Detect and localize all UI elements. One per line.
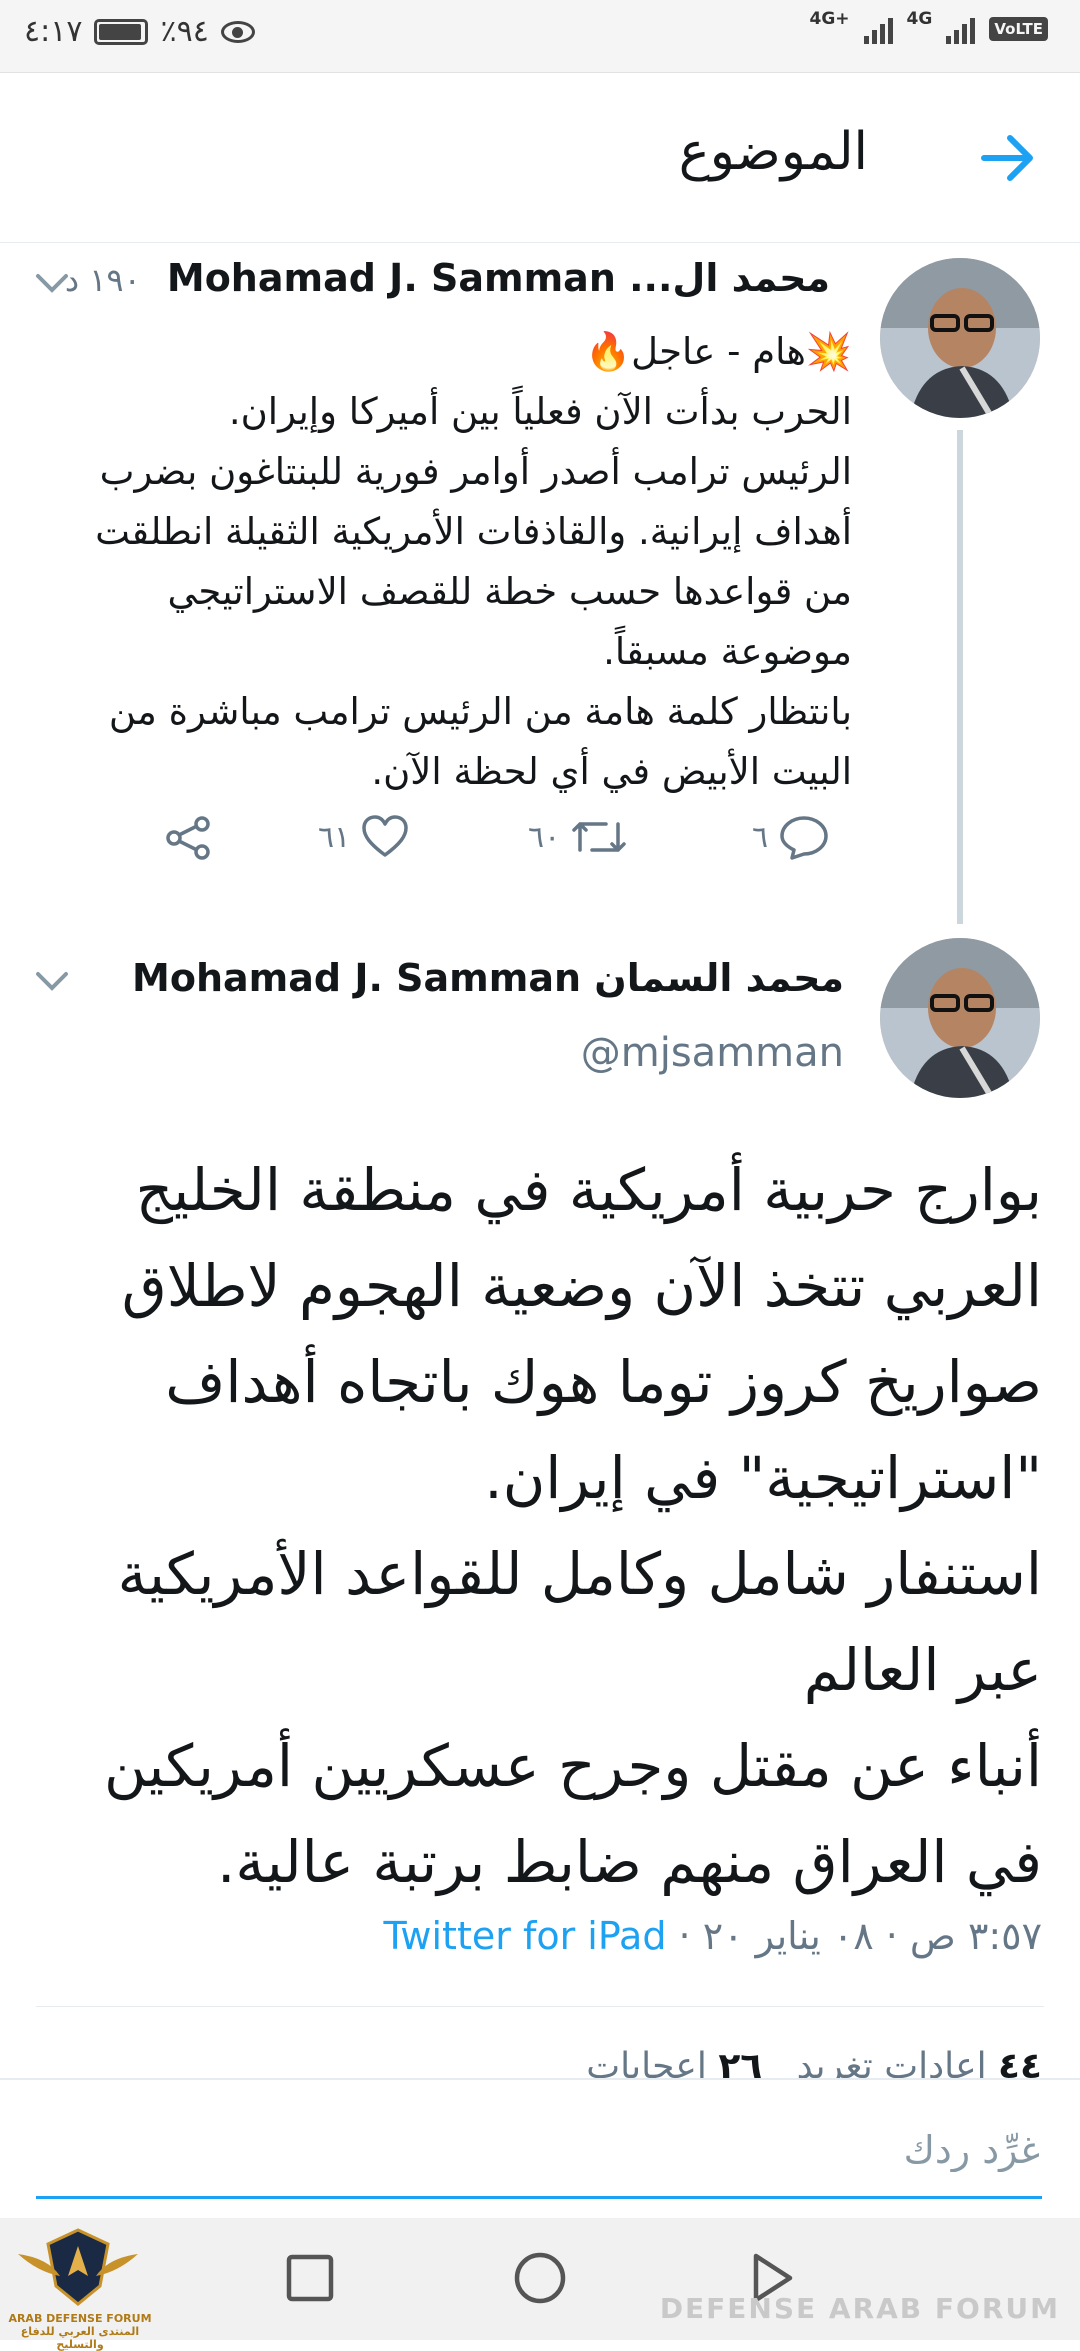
page-title: الموضوع xyxy=(678,122,868,182)
avatar[interactable] xyxy=(880,938,1040,1098)
logo-subtitle: المنتدى العربي للدفاع والتسليح xyxy=(20,2325,140,2351)
like-count: ٦١ xyxy=(318,819,351,855)
tweet-line: استنفار شامل وكامل للقواعد الأمريكية عبر… xyxy=(117,1540,1042,1704)
chevron-down-icon[interactable] xyxy=(34,272,70,296)
status-bar: ٤:١٧ ٪٩٤ 4G+ 4G VoLTE xyxy=(0,0,1080,73)
status-left: ٤:١٧ ٪٩٤ xyxy=(24,14,255,49)
tweet-line: بانتظار كلمة هامة من الرئيس ترامب مباشرة… xyxy=(108,690,852,793)
author-handle[interactable]: @mjsamman xyxy=(581,1030,844,1076)
reply-icon xyxy=(780,816,828,860)
retweet-button[interactable]: ٦٠ xyxy=(528,812,628,862)
network-type-2: 4G xyxy=(906,9,933,29)
eye-comfort-icon xyxy=(220,20,255,43)
like-button[interactable]: ٦١ xyxy=(318,812,410,862)
thread-line xyxy=(957,430,963,924)
status-right: 4G+ 4G VoLTE xyxy=(810,9,1048,44)
tweet-line: أنباء عن مقتل وجرح عسكريين أمريكين في ال… xyxy=(104,1732,1042,1896)
reply-input[interactable] xyxy=(36,2104,1042,2199)
tweet-timestamp: ٣:٥٧ ص · ٠٨ يناير ٢٠ · xyxy=(666,1914,1042,1958)
volte-badge: VoLTE xyxy=(989,17,1048,41)
tweet-meta: ٣:٥٧ ص · ٠٨ يناير ٢٠ · Twitter for iPad xyxy=(384,1914,1043,1958)
chevron-down-icon[interactable] xyxy=(34,970,70,994)
battery-percent: ٪٩٤ xyxy=(160,14,209,49)
tweet-time: ١٩٠ د xyxy=(64,261,141,299)
recents-nav-icon[interactable] xyxy=(280,2248,340,2308)
battery-icon xyxy=(94,18,149,45)
reply-count: ٦ xyxy=(752,819,769,855)
avatar[interactable] xyxy=(880,258,1040,418)
tweet-line: بوارج حربية أمريكية في منطقة الخليج العر… xyxy=(121,1156,1042,1512)
share-icon xyxy=(166,816,210,860)
heart-icon xyxy=(362,815,408,857)
share-button[interactable] xyxy=(162,812,214,864)
reply-bar xyxy=(0,2078,1080,2220)
reply-button[interactable]: ٦ xyxy=(752,812,830,862)
retweet-count: ٦٠ xyxy=(528,819,561,855)
signal-icon-2 xyxy=(946,14,976,44)
tweet-line: الرئيس ترامب أصدر أوامر فورية للبنتاغون … xyxy=(95,450,852,673)
tweet-line: الحرب بدأت الآن فعلياً بين أميركا وإيران… xyxy=(228,390,852,433)
logo-caption: ARAB DEFENSE FORUM المنتدى العربي للدفاع… xyxy=(0,2312,160,2351)
tweet-source-link[interactable]: Twitter for iPad xyxy=(384,1914,667,1958)
arrow-right-icon[interactable] xyxy=(976,126,1040,190)
divider xyxy=(36,2006,1044,2007)
retweet-icon xyxy=(572,822,626,852)
tweet1-header: محمد ال... Mohamad J. Samman ١٩٠ د xyxy=(65,256,830,306)
tweet2-text: بوارج حربية أمريكية في منطقة الخليج العر… xyxy=(36,1142,1042,1910)
signal-icon xyxy=(863,14,893,44)
tweet1-text: 💥هام - عاجل🔥 الحرب بدأت الآن فعلياً بين … xyxy=(46,322,852,802)
tweet-line: 💥هام - عاجل🔥 xyxy=(585,330,852,373)
watermark-text: DEFENSE ARAB FORUM xyxy=(659,2292,1060,2325)
home-nav-icon[interactable] xyxy=(510,2248,570,2308)
author-name[interactable]: محمد السمان Mohamad J. Samman xyxy=(132,956,844,1000)
app-header: الموضوع xyxy=(0,74,1080,243)
network-type-1: 4G+ xyxy=(809,9,850,29)
clock: ٤:١٧ xyxy=(24,14,83,49)
logo-title: ARAB DEFENSE FORUM xyxy=(8,2312,152,2325)
author-name[interactable]: محمد ال... Mohamad J. Samman xyxy=(167,256,830,300)
